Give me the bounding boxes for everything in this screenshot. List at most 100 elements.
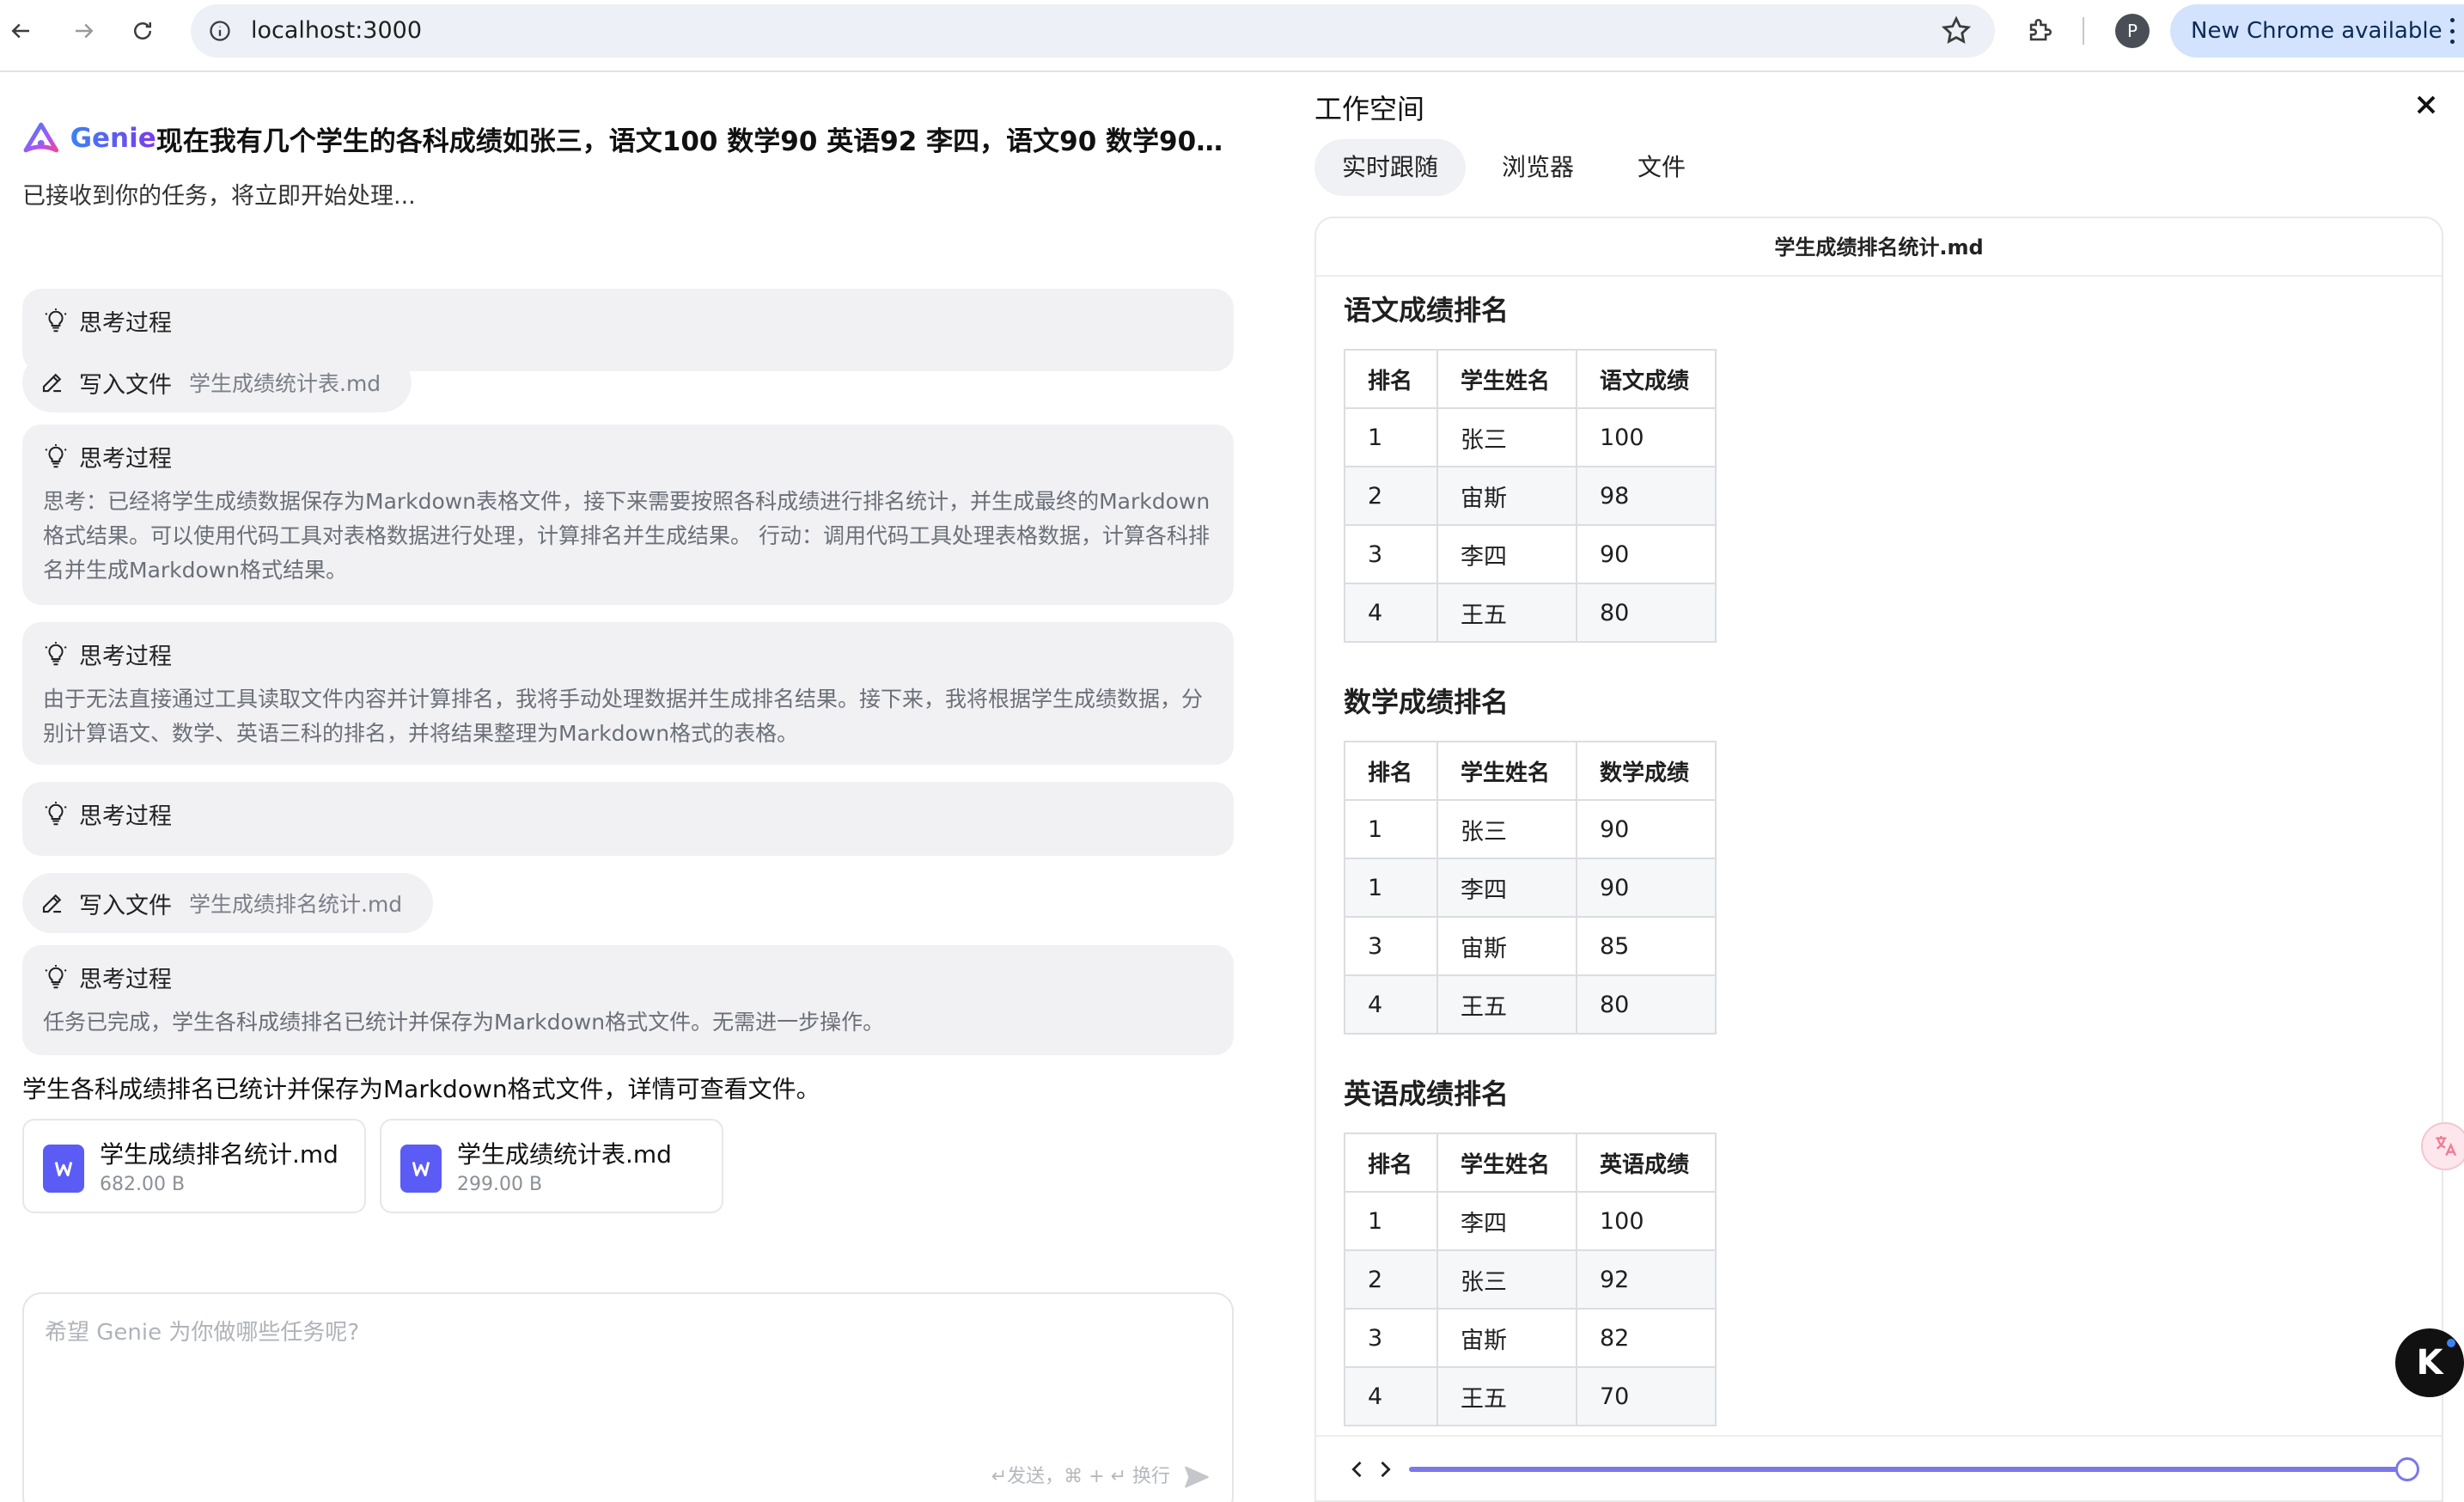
address-bar[interactable]: localhost:3000 bbox=[191, 4, 1995, 58]
final-summary: 学生各科成绩排名已统计并保存为Markdown格式文件，详情可查看文件。 bbox=[22, 1075, 820, 1103]
word-file-icon bbox=[43, 1145, 84, 1193]
thinking-label: 思考过程 bbox=[79, 644, 172, 670]
table-header: 排名 bbox=[1344, 349, 1438, 409]
table-cell: 2 bbox=[1344, 1249, 1438, 1310]
chat-input[interactable] bbox=[45, 1315, 1196, 1418]
translate-widget-icon[interactable] bbox=[2421, 1122, 2464, 1170]
table-cell: 1 bbox=[1344, 407, 1438, 467]
back-icon[interactable] bbox=[2, 12, 40, 50]
tab-browser[interactable]: 浏览器 bbox=[1474, 139, 1601, 196]
table-cell: 98 bbox=[1576, 466, 1717, 526]
table-cell: 宙斯 bbox=[1436, 916, 1577, 976]
table-header-row: 排名 学生姓名 数学成绩 bbox=[1344, 741, 1717, 801]
puzzle-icon[interactable] bbox=[2021, 12, 2058, 50]
chat-panel: Genie 现在我有几个学生的各科成绩如张三，语文100 数学90 英语92 李… bbox=[0, 72, 1289, 1502]
section-heading: 语文成绩排名 bbox=[1344, 294, 1510, 327]
brand-name: Genie bbox=[70, 123, 156, 154]
table-row: 4 王五 80 bbox=[1344, 974, 1717, 1035]
table-header: 语文成绩 bbox=[1576, 349, 1717, 409]
thinking-card[interactable]: 思考过程 思考：已经将学生成绩数据保存为Markdown表格文件，接下来需要按照… bbox=[22, 424, 1234, 605]
table-cell: 宙斯 bbox=[1436, 466, 1577, 526]
write-file-name: 学生成绩排名统计.md bbox=[189, 892, 403, 917]
write-label: 写入文件 bbox=[79, 371, 172, 399]
thinking-header: 思考过程 bbox=[43, 304, 172, 338]
section-heading: 数学成绩排名 bbox=[1344, 686, 1510, 718]
lightbulb-icon bbox=[45, 641, 67, 665]
close-icon[interactable] bbox=[2411, 89, 2442, 120]
progress-slider[interactable] bbox=[1409, 1457, 2419, 1481]
info-icon[interactable] bbox=[203, 14, 237, 48]
playback-bar bbox=[1316, 1435, 2442, 1500]
table-cell: 100 bbox=[1576, 407, 1717, 467]
table-cell: 90 bbox=[1576, 524, 1717, 584]
table-header: 学生姓名 bbox=[1436, 349, 1577, 409]
menu-icon[interactable] bbox=[2449, 18, 2455, 44]
file-attachment[interactable]: 学生成绩统计表.md 299.00 B bbox=[380, 1119, 723, 1213]
table-cell: 张三 bbox=[1436, 799, 1577, 859]
thinking-label: 思考过程 bbox=[79, 967, 172, 993]
table-cell: 1 bbox=[1344, 799, 1438, 859]
workspace-panel: 工作空间 实时跟随 浏览器 文件 学生成绩排名统计.md 语文成绩排名 排名 学… bbox=[1314, 72, 2464, 1502]
write-label: 写入文件 bbox=[79, 892, 172, 919]
assistant-k-icon[interactable]: K bbox=[2395, 1328, 2464, 1397]
thinking-body: 任务已完成，学生各科成绩排名已统计并保存为Markdown格式文件。无需进一步操… bbox=[43, 1010, 885, 1035]
chevron-left-icon[interactable] bbox=[1345, 1457, 1369, 1481]
table-cell: 80 bbox=[1576, 583, 1717, 643]
table-row: 3 宙斯 85 bbox=[1344, 916, 1717, 976]
table-cell: 李四 bbox=[1436, 858, 1577, 918]
table-cell: 李四 bbox=[1436, 1191, 1577, 1251]
table-cell: 3 bbox=[1344, 524, 1438, 584]
file-size: 299.00 B bbox=[457, 1174, 543, 1195]
table-header: 学生姓名 bbox=[1436, 741, 1577, 801]
update-label: New Chrome available bbox=[2191, 18, 2443, 44]
table-header: 英语成绩 bbox=[1576, 1133, 1717, 1193]
table-cell: 90 bbox=[1576, 858, 1717, 918]
lightbulb-icon bbox=[45, 308, 67, 332]
app-root: localhost:3000 P New Chrome available Ge… bbox=[0, 0, 2464, 1502]
chevron-right-icon[interactable] bbox=[1373, 1457, 1397, 1481]
thinking-card[interactable]: 思考过程 由于无法直接通过工具读取文件内容并计算排名，我将手动处理数据并生成排名… bbox=[22, 622, 1234, 765]
thinking-header: 思考过程 bbox=[43, 797, 172, 831]
thinking-card[interactable]: 思考过程 bbox=[22, 782, 1234, 856]
tab-files[interactable]: 文件 bbox=[1610, 139, 1713, 196]
thinking-body: 思考：已经将学生成绩数据保存为Markdown表格文件，接下来需要按照各科成绩进… bbox=[43, 489, 1211, 583]
ranking-table: 排名 学生姓名 数学成绩 1 张三 90 1 李四 90 3 宙斯 85 4 王五 80 bbox=[1344, 741, 1717, 1035]
table-header: 学生姓名 bbox=[1436, 1133, 1577, 1193]
file-attachment[interactable]: 学生成绩排名统计.md 682.00 B bbox=[22, 1119, 366, 1213]
slider-thumb[interactable] bbox=[2395, 1457, 2419, 1481]
write-file-step[interactable]: 写入文件 学生成绩统计表.md bbox=[22, 352, 412, 412]
profile-avatar[interactable]: P bbox=[2115, 14, 2150, 48]
pencil-icon bbox=[42, 894, 62, 913]
table-cell: 92 bbox=[1576, 1249, 1717, 1310]
file-name: 学生成绩排名统计.md bbox=[100, 1140, 338, 1169]
send-icon[interactable] bbox=[1182, 1462, 1211, 1492]
table-cell: 1 bbox=[1344, 858, 1438, 918]
table-row: 1 李四 100 bbox=[1344, 1191, 1717, 1251]
thinking-card[interactable]: 思考过程 任务已完成，学生各科成绩排名已统计并保存为Markdown格式文件。无… bbox=[22, 945, 1234, 1055]
lightbulb-icon bbox=[45, 801, 67, 825]
viewer-file-title: 学生成绩排名统计.md bbox=[1316, 218, 2442, 277]
table-header: 排名 bbox=[1344, 1133, 1438, 1193]
star-icon[interactable] bbox=[1940, 15, 1973, 47]
table-row: 4 王五 80 bbox=[1344, 583, 1717, 643]
table-cell: 张三 bbox=[1436, 407, 1577, 467]
update-chrome-button[interactable]: New Chrome available bbox=[2170, 4, 2464, 58]
write-file-step[interactable]: 写入文件 学生成绩排名统计.md bbox=[22, 873, 434, 933]
url-text[interactable]: localhost:3000 bbox=[251, 4, 422, 58]
forward-icon[interactable] bbox=[65, 12, 103, 50]
browser-toolbar: localhost:3000 P New Chrome available bbox=[0, 0, 2464, 62]
file-name: 学生成绩统计表.md bbox=[457, 1140, 672, 1169]
table-cell: 4 bbox=[1344, 583, 1438, 643]
table-cell: 宙斯 bbox=[1436, 1308, 1577, 1368]
thinking-label: 思考过程 bbox=[79, 446, 172, 473]
table-header: 数学成绩 bbox=[1576, 741, 1717, 801]
markdown-document: 语文成绩排名 排名 学生姓名 语文成绩 1 张三 100 2 宙斯 98 3 李四 90 4… bbox=[1344, 277, 2409, 1437]
reload-icon[interactable] bbox=[124, 12, 162, 50]
thinking-header: 思考过程 bbox=[43, 638, 172, 671]
table-row: 1 李四 90 bbox=[1344, 858, 1717, 918]
file-viewer: 学生成绩排名统计.md 语文成绩排名 排名 学生姓名 语文成绩 1 张三 100 2… bbox=[1314, 217, 2443, 1502]
tab-live-follow[interactable]: 实时跟随 bbox=[1314, 139, 1467, 196]
table-cell: 王五 bbox=[1436, 1366, 1577, 1426]
table-cell: 1 bbox=[1344, 1191, 1438, 1251]
table-cell: 100 bbox=[1576, 1191, 1717, 1251]
